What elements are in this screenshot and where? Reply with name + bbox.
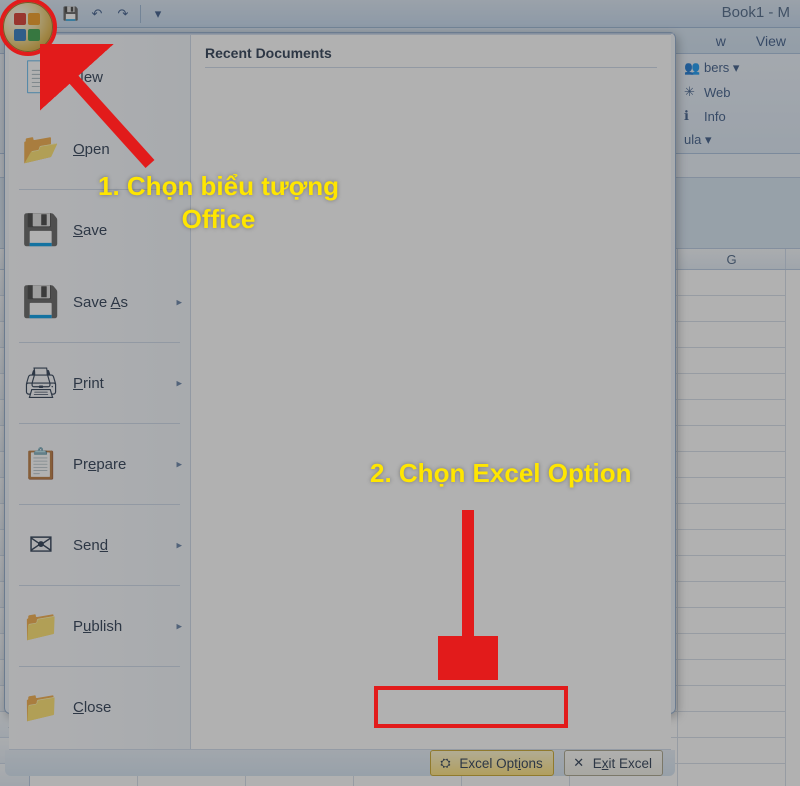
- save-as-icon: 💾: [21, 282, 61, 322]
- prepare-icon: 📋: [21, 444, 61, 484]
- tab-review[interactable]: w: [710, 30, 732, 52]
- menu-item-save-as[interactable]: 💾 Save As ▸: [9, 266, 190, 338]
- menu-separator: [19, 423, 180, 424]
- col-header[interactable]: G: [678, 249, 786, 269]
- ribbon-item-info[interactable]: ℹ Info: [684, 108, 794, 124]
- ribbon-item-formula[interactable]: ula ▾: [684, 132, 794, 148]
- info-icon: ℹ: [684, 108, 700, 124]
- qat-customize-dropdown-icon[interactable]: ▾: [149, 5, 167, 23]
- qat-separator: [140, 5, 141, 23]
- chevron-right-icon: ▸: [176, 458, 182, 471]
- ribbon-item-label: ula ▾: [684, 132, 712, 148]
- chevron-right-icon: ▸: [176, 377, 182, 390]
- office-menu-left: 📄 New 📂 Open 💾 Save 💾 Save As ▸ 🖨 Print: [9, 35, 191, 749]
- menu-item-label: Close: [73, 699, 111, 716]
- menu-item-label: Save As: [73, 294, 128, 311]
- redo-icon[interactable]: ↷: [114, 5, 132, 23]
- menu-item-label: Print: [73, 375, 104, 392]
- open-icon: 📂: [21, 129, 61, 169]
- menu-item-prepare[interactable]: 📋 Prepare ▸: [9, 428, 190, 500]
- save-icon: 💾: [21, 210, 61, 250]
- chevron-right-icon: ▸: [176, 296, 182, 309]
- options-icon: ⛭: [437, 755, 453, 771]
- exit-icon: ✕: [571, 755, 587, 771]
- excel-options-label: Excel Options: [459, 756, 542, 771]
- tab-view[interactable]: View: [750, 30, 792, 52]
- office-menu-footer: ⛭ Excel Options ✕ Exit Excel: [5, 750, 675, 776]
- quick-access-toolbar: 💾 ↶ ↷ ▾: [62, 5, 167, 23]
- menu-separator: [19, 585, 180, 586]
- menu-separator: [19, 666, 180, 667]
- office-logo-icon: [14, 13, 42, 41]
- recent-documents-header: Recent Documents: [205, 45, 657, 68]
- members-icon: 👥: [684, 60, 700, 76]
- office-menu: 📄 New 📂 Open 💾 Save 💾 Save As ▸ 🖨 Print: [4, 32, 676, 714]
- chevron-right-icon: ▸: [176, 620, 182, 633]
- menu-item-label: Open: [73, 141, 110, 158]
- menu-item-label: Publish: [73, 618, 122, 635]
- exit-excel-label: Exit Excel: [593, 756, 652, 771]
- menu-item-label: Save: [73, 222, 107, 239]
- print-icon: 🖨: [21, 363, 61, 403]
- menu-separator: [19, 504, 180, 505]
- ribbon-item-label: bers ▾: [704, 60, 739, 76]
- menu-item-label: Prepare: [73, 456, 126, 473]
- ribbon-item-members[interactable]: 👥 bers ▾: [684, 60, 794, 76]
- menu-item-open[interactable]: 📂 Open: [9, 113, 190, 185]
- excel-options-button[interactable]: ⛭ Excel Options: [430, 750, 553, 776]
- ribbon-item-web[interactable]: ✳ Web: [684, 84, 794, 100]
- web-icon: ✳: [684, 84, 700, 100]
- menu-item-print[interactable]: 🖨 Print ▸: [9, 347, 190, 419]
- publish-icon: 📁: [21, 606, 61, 646]
- save-icon[interactable]: 💾: [62, 5, 80, 23]
- recent-documents-panel: Recent Documents: [191, 35, 671, 749]
- menu-item-send[interactable]: ✉ Send ▸: [9, 509, 190, 581]
- new-icon: 📄: [21, 57, 61, 97]
- menu-separator: [19, 342, 180, 343]
- ribbon-item-label: Web: [704, 85, 731, 100]
- menu-item-publish[interactable]: 📁 Publish ▸: [9, 590, 190, 662]
- menu-item-label: New: [73, 69, 103, 86]
- menu-item-close[interactable]: 📁 Close: [9, 671, 190, 743]
- exit-excel-button[interactable]: ✕ Exit Excel: [564, 750, 663, 776]
- send-icon: ✉: [21, 525, 61, 565]
- office-button[interactable]: [3, 2, 53, 52]
- title-bar: 💾 ↶ ↷ ▾ Book1 - M: [0, 0, 800, 28]
- close-icon: 📁: [21, 687, 61, 727]
- menu-separator: [19, 189, 180, 190]
- undo-icon[interactable]: ↶: [88, 5, 106, 23]
- chevron-right-icon: ▸: [176, 539, 182, 552]
- menu-item-label: Send: [73, 537, 108, 554]
- ribbon-item-label: Info: [704, 109, 726, 124]
- menu-item-save[interactable]: 💾 Save: [9, 194, 190, 266]
- window-title: Book1 - M: [722, 4, 790, 21]
- menu-item-new[interactable]: 📄 New: [9, 41, 190, 113]
